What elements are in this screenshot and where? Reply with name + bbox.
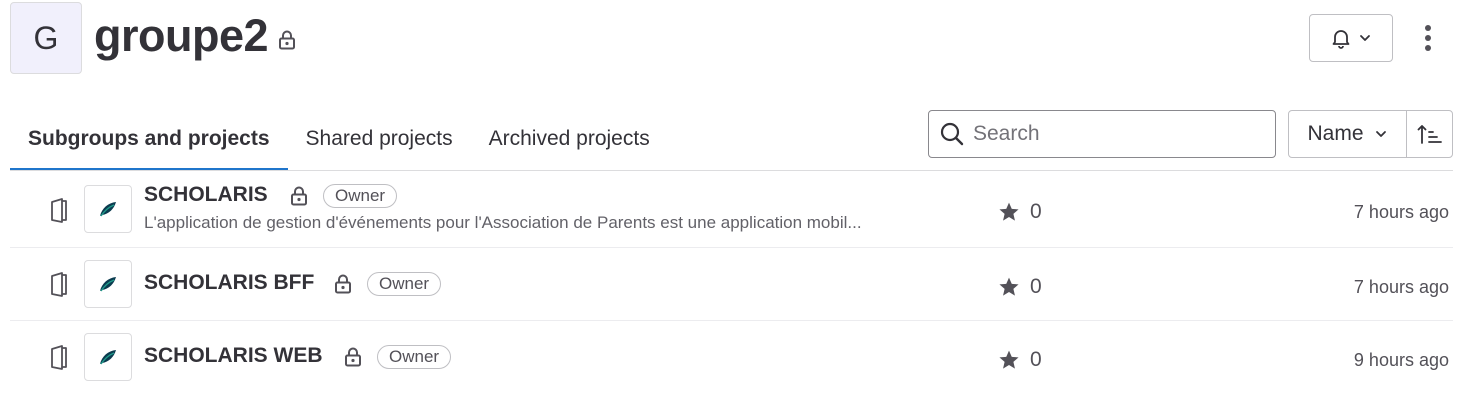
updated-time: 7 hours ago xyxy=(1353,202,1449,222)
leaf-logo-icon xyxy=(100,202,116,217)
project-name-link[interactable]: SCHOLARIS BFF xyxy=(144,271,314,295)
search-box[interactable] xyxy=(928,110,1276,158)
lock-icon xyxy=(335,274,351,294)
star-icon xyxy=(999,350,1019,369)
row-divider xyxy=(10,320,1453,321)
star-count: 0 xyxy=(1030,200,1042,223)
search-icon xyxy=(940,122,964,146)
kebab-icon xyxy=(1425,25,1431,51)
role-badge: Owner xyxy=(377,345,452,369)
search-input[interactable] xyxy=(973,122,1263,146)
updated-time: 9 hours ago xyxy=(1353,350,1449,370)
sort-ascending-icon xyxy=(1417,125,1442,144)
chevron-down-icon xyxy=(1375,131,1386,137)
star-count: 0 xyxy=(1030,275,1042,298)
bell-icon xyxy=(1332,30,1350,49)
star-button[interactable]: 0 xyxy=(998,200,1042,224)
lock-icon xyxy=(291,186,307,206)
project-avatar[interactable] xyxy=(84,260,132,308)
updated-time: 7 hours ago xyxy=(1353,277,1449,297)
book-icon xyxy=(51,198,67,223)
project-avatar[interactable] xyxy=(84,333,132,381)
group-avatar: G xyxy=(10,2,82,74)
more-actions-button[interactable] xyxy=(1410,14,1446,62)
star-count: 0 xyxy=(1030,348,1042,371)
book-icon xyxy=(51,345,67,370)
leaf-logo-icon xyxy=(100,350,116,365)
group-title: groupe2 xyxy=(94,10,269,61)
tab-subgroups-and-projects[interactable]: Subgroups and projects xyxy=(10,108,288,171)
sort-field-label: Name xyxy=(1307,122,1364,145)
star-icon xyxy=(999,277,1019,296)
book-icon xyxy=(51,272,67,297)
sort-field-dropdown[interactable]: Name xyxy=(1289,111,1407,157)
sort-control: Name xyxy=(1288,110,1453,158)
tab-shared-projects[interactable]: Shared projects xyxy=(288,108,471,170)
project-avatar[interactable] xyxy=(84,185,132,233)
star-button[interactable]: 0 xyxy=(998,348,1042,372)
chevron-down-icon xyxy=(1360,35,1370,41)
project-name-link[interactable]: SCHOLARIS WEB xyxy=(144,344,323,368)
notification-settings-button[interactable] xyxy=(1309,14,1393,62)
project-name-link[interactable]: SCHOLARIS xyxy=(144,183,268,207)
tab-archived-projects[interactable]: Archived projects xyxy=(471,108,668,170)
lock-icon xyxy=(279,30,295,50)
role-badge: Owner xyxy=(323,184,398,208)
tab-bar: Subgroups and projects Shared projects A… xyxy=(10,108,668,171)
star-icon xyxy=(999,202,1019,221)
lock-icon xyxy=(345,347,361,367)
star-button[interactable]: 0 xyxy=(998,275,1042,299)
leaf-logo-icon xyxy=(100,277,116,292)
project-description: L'application de gestion d'événements po… xyxy=(144,213,862,232)
row-divider xyxy=(10,247,1453,248)
sort-direction-button[interactable] xyxy=(1407,111,1452,157)
tabs-divider xyxy=(10,170,1453,171)
role-badge: Owner xyxy=(367,272,442,296)
group-avatar-letter: G xyxy=(33,19,59,56)
